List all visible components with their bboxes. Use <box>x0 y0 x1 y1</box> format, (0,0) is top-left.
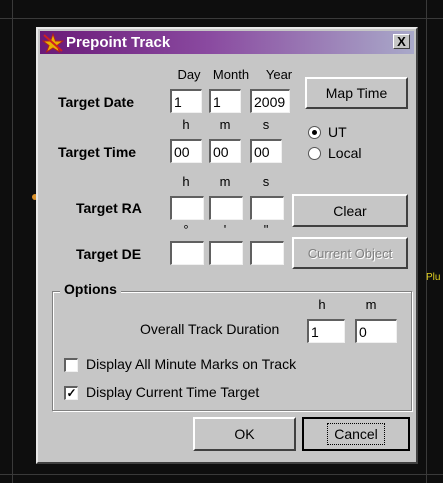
local-radio-label[interactable]: Local <box>328 145 361 161</box>
grid-line <box>0 474 443 475</box>
clear-label: Clear <box>333 202 367 219</box>
year-header: Year <box>265 67 293 82</box>
time-s-header: s <box>262 117 270 132</box>
close-button[interactable]: X <box>393 34 410 49</box>
ra-m-header: m <box>219 174 231 189</box>
de-arcmin-header: ' <box>223 222 227 237</box>
day-header: Day <box>177 67 201 82</box>
options-group-title: Options <box>60 281 121 297</box>
de-deg-header: ° <box>183 222 189 237</box>
current-object-button[interactable]: Current Object <box>292 237 408 269</box>
grid-line <box>426 0 427 483</box>
ra-s-header: s <box>262 174 270 189</box>
ra-s-input[interactable] <box>250 196 284 220</box>
de-arcsec-header: " <box>263 222 269 237</box>
app-star-icon <box>42 32 64 53</box>
target-date-label: Target Date <box>58 94 134 110</box>
cancel-button[interactable]: Cancel <box>302 417 410 451</box>
date-year-input[interactable] <box>250 89 290 113</box>
map-time-label: Map Time <box>325 85 388 101</box>
time-m-header: m <box>219 117 231 132</box>
minute-marks-checkbox[interactable] <box>64 358 78 372</box>
de-arcsec-input[interactable] <box>250 241 284 265</box>
de-arcmin-input[interactable] <box>209 241 243 265</box>
time-h-input[interactable] <box>170 139 202 163</box>
date-day-input[interactable] <box>170 89 202 113</box>
dialog-titlebar[interactable]: Prepoint Track X <box>40 31 414 54</box>
de-deg-input[interactable] <box>170 241 204 265</box>
track-duration-label: Overall Track Duration <box>140 321 280 337</box>
radio-selected-dot <box>312 130 317 135</box>
ok-label: OK <box>234 426 255 442</box>
prepoint-track-dialog: Prepoint Track X Day Month Year Target D… <box>36 27 418 464</box>
grid-line <box>12 0 13 483</box>
time-h-header: h <box>182 117 190 132</box>
local-radio[interactable] <box>308 147 321 160</box>
grid-line <box>0 18 443 19</box>
duration-h-input[interactable] <box>307 319 345 343</box>
duration-m-header: m <box>365 297 377 312</box>
duration-h-header: h <box>318 297 326 312</box>
target-ra-label: Target RA <box>76 200 142 216</box>
ut-radio-label[interactable]: UT <box>328 124 347 140</box>
map-time-button[interactable]: Map Time <box>305 77 408 109</box>
month-header: Month <box>212 67 250 82</box>
time-s-input[interactable] <box>250 139 282 163</box>
ra-h-header: h <box>182 174 190 189</box>
ut-radio[interactable] <box>308 126 321 139</box>
ra-h-input[interactable] <box>170 196 204 220</box>
target-time-label: Target Time <box>58 144 137 160</box>
dialog-title: Prepoint Track <box>66 34 171 51</box>
ok-button[interactable]: OK <box>193 417 296 451</box>
cancel-label: Cancel <box>327 423 385 445</box>
date-month-input[interactable] <box>209 89 241 113</box>
current-object-label: Current Object <box>307 245 393 261</box>
close-icon: X <box>397 34 406 49</box>
checkmark-icon: ✓ <box>66 386 77 400</box>
clear-button[interactable]: Clear <box>292 194 408 227</box>
minute-marks-label[interactable]: Display All Minute Marks on Track <box>86 356 296 372</box>
target-de-label: Target DE <box>76 246 142 262</box>
ra-m-input[interactable] <box>209 196 243 220</box>
planet-label: Plu <box>426 272 441 283</box>
time-m-input[interactable] <box>209 139 241 163</box>
current-time-label[interactable]: Display Current Time Target <box>86 384 259 400</box>
current-time-checkbox[interactable]: ✓ <box>64 386 78 400</box>
duration-m-input[interactable] <box>355 319 397 343</box>
